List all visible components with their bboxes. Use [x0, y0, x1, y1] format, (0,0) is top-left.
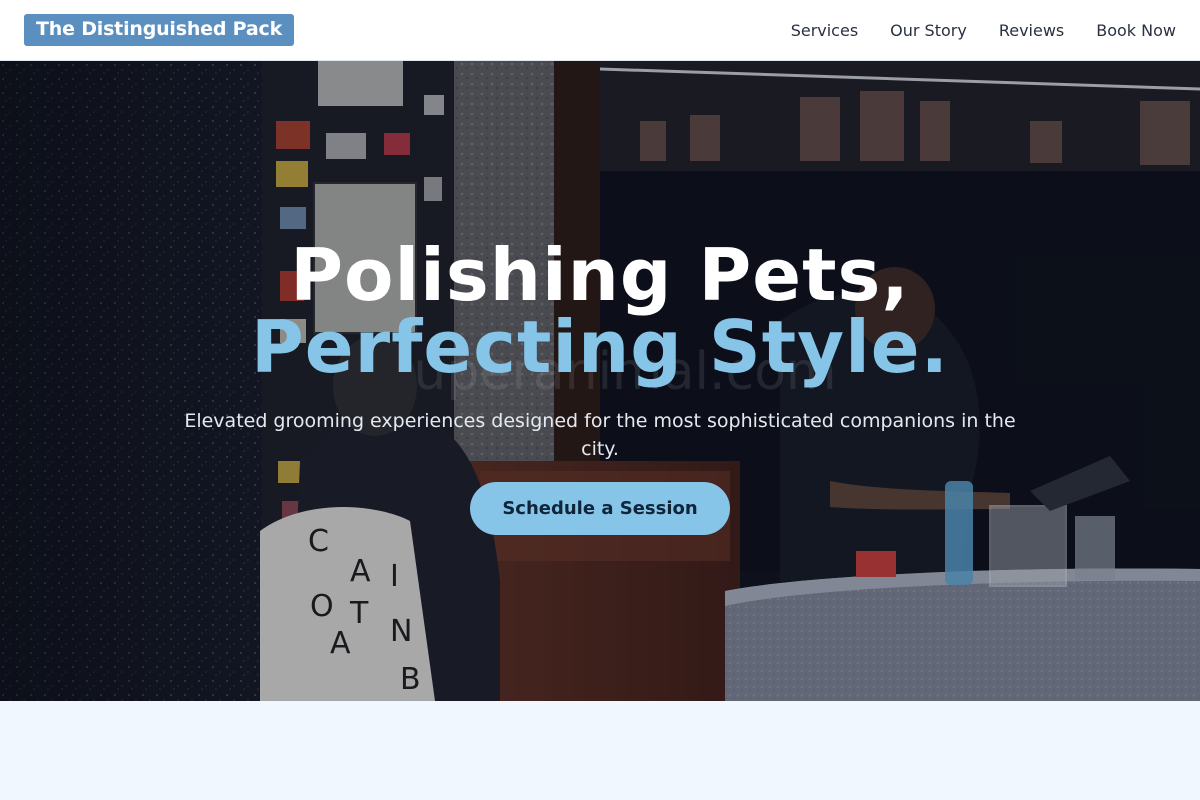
nav-link-reviews[interactable]: Reviews	[999, 21, 1064, 40]
hero-section: C A I O T N A B uperanimal.com Polishing…	[0, 61, 1200, 701]
brand-logo[interactable]: The Distinguished Pack	[24, 14, 295, 46]
site-header: The Distinguished Pack Services Our Stor…	[0, 0, 1200, 61]
hero-headline: Polishing Pets, Perfecting Style.	[0, 239, 1200, 383]
content-section	[0, 701, 1200, 800]
hero-headline-line2: Perfecting Style.	[251, 305, 949, 389]
main-nav: Services Our Story Reviews Book Now	[791, 21, 1176, 40]
nav-link-our-story[interactable]: Our Story	[890, 21, 967, 40]
hero-subtitle: Elevated grooming experiences designed f…	[184, 410, 1016, 460]
nav-link-services[interactable]: Services	[791, 21, 858, 40]
nav-link-book-now[interactable]: Book Now	[1096, 21, 1176, 40]
schedule-session-button[interactable]: Schedule a Session	[470, 482, 730, 535]
hero-content: Polishing Pets, Perfecting Style. Elevat…	[0, 61, 1200, 701]
hero-headline-line1: Polishing Pets,	[290, 233, 910, 317]
